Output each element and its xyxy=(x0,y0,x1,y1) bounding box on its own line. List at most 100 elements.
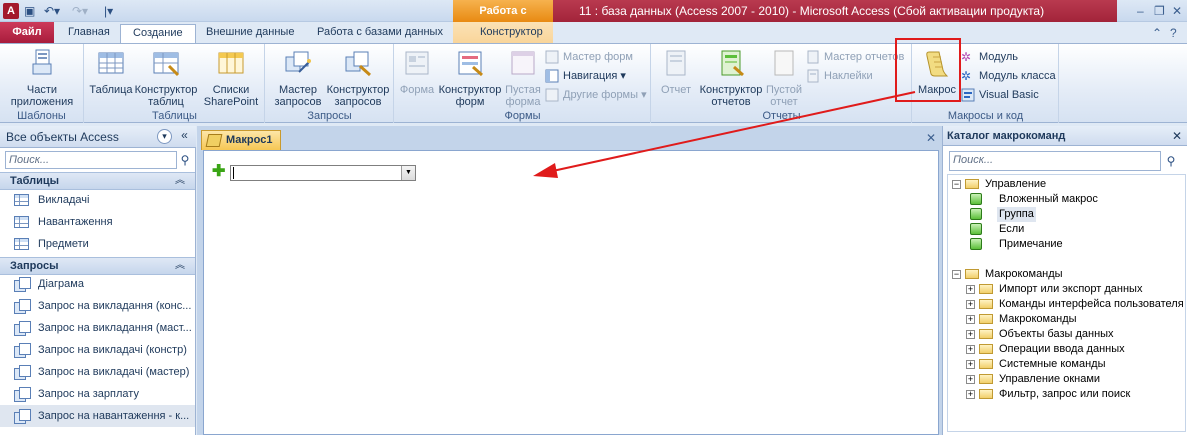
report-icon xyxy=(666,50,686,76)
nav-section-tables[interactable]: Таблицы ︽ xyxy=(0,172,195,190)
dropdown-arrow-icon[interactable]: ▼ xyxy=(401,166,415,180)
nav-pane-menu-icon[interactable]: ▾ xyxy=(157,129,172,144)
expand-icon[interactable]: + xyxy=(966,285,975,294)
expand-icon[interactable]: + xyxy=(966,390,975,399)
tree-leaf-if[interactable]: Если xyxy=(999,222,1024,237)
query-icon xyxy=(14,409,31,424)
report-designer-icon xyxy=(721,50,744,77)
tab-design[interactable]: Конструктор xyxy=(468,24,555,43)
nav-item-query[interactable]: Запрос на навантаження - к... xyxy=(0,405,195,427)
group-queries-label: Запросы xyxy=(307,110,352,122)
nav-item-query[interactable]: Запрос на викладачі (мастер) xyxy=(0,361,195,383)
macro1-document-tab[interactable]: Макрос1 xyxy=(201,130,281,150)
sharepoint-lists-icon xyxy=(218,52,244,74)
tree-leaf-comment[interactable]: Примечание xyxy=(999,237,1063,252)
nav-item-table[interactable]: Навантаження xyxy=(0,211,195,233)
close-document-icon[interactable]: ✕ xyxy=(926,131,936,145)
tree-node-category[interactable]: Команды интерфейса пользователя xyxy=(999,297,1184,312)
nav-pane-collapse-icon[interactable]: « xyxy=(177,129,192,144)
tree-leaf-submacro[interactable]: Вложенный макрос xyxy=(999,192,1098,207)
tree-node-category[interactable]: Системные команды xyxy=(999,357,1105,372)
tree-node-category[interactable]: Фильтр, запрос или поиск xyxy=(999,387,1130,402)
query-designer-label: Конструктор запросов xyxy=(326,84,390,108)
application-parts-icon xyxy=(32,49,52,75)
tree-node-control[interactable]: Управление xyxy=(985,177,1046,192)
nav-section-queries-label: Запросы xyxy=(10,260,59,272)
blank-report-button: Пустой отчет xyxy=(764,48,804,108)
folder-icon xyxy=(979,374,993,384)
form-designer-button[interactable]: Конструктор форм xyxy=(437,48,503,108)
blank-form-icon xyxy=(511,51,535,75)
navigation-button[interactable]: Навигация ▾ xyxy=(545,67,626,85)
group-macros-code-label: Макросы и код xyxy=(947,110,1024,122)
expand-icon[interactable]: + xyxy=(966,330,975,339)
tree-node-category[interactable]: Макрокоманды xyxy=(999,312,1077,327)
nav-item-query[interactable]: Діаграма xyxy=(0,273,195,295)
navigation-dropdown-icon: ▾ xyxy=(617,70,626,82)
query-designer-button[interactable]: Конструктор запросов xyxy=(324,48,392,108)
table-button[interactable]: Таблица xyxy=(89,48,133,96)
report-designer-button[interactable]: Конструктор отчетов xyxy=(696,48,766,108)
program-flow-icon xyxy=(970,193,982,205)
ribbon-minimize-icon[interactable]: ⌃ xyxy=(1152,25,1162,41)
form-wizard-icon xyxy=(545,50,559,64)
catalog-search-input[interactable]: Поиск... xyxy=(949,151,1161,171)
nav-item-query[interactable]: Запрос на викладання (конс... xyxy=(0,295,195,317)
nav-search-icon[interactable]: ⚲ xyxy=(177,151,193,169)
restore-icon[interactable]: ❐ xyxy=(1154,3,1165,19)
tab-file[interactable]: Файл xyxy=(0,22,54,43)
redo-icon: ↷▾ xyxy=(72,4,89,18)
query-wizard-label: Мастер запросов xyxy=(274,84,322,108)
nav-item-query[interactable]: Запрос на зарплату xyxy=(0,383,195,405)
add-new-action-combobox[interactable]: ▼ xyxy=(230,165,416,181)
table-icon xyxy=(14,216,29,228)
save-icon[interactable]: ▣ xyxy=(24,3,35,19)
table-designer-button[interactable]: Конструктор таблиц xyxy=(131,48,201,108)
expand-icon[interactable]: + xyxy=(966,315,975,324)
tab-database-tools[interactable]: Работа с базами данных xyxy=(305,24,455,43)
nav-search-input[interactable]: Поиск... xyxy=(5,151,177,169)
class-module-button[interactable]: ✲ Модуль класса xyxy=(961,67,1056,85)
expand-icon[interactable]: + xyxy=(966,360,975,369)
query-icon xyxy=(14,299,31,314)
query-wizard-button[interactable]: Мастер запросов xyxy=(270,48,326,108)
form-icon xyxy=(405,51,429,75)
undo-icon[interactable]: ↶▾ xyxy=(44,3,60,19)
tree-node-category[interactable]: Управление окнами xyxy=(999,372,1100,387)
tab-home[interactable]: Главная xyxy=(56,24,122,43)
nav-item-query[interactable]: Запрос на викладання (маст... xyxy=(0,317,195,339)
access-app-icon[interactable]: A xyxy=(3,3,19,19)
sharepoint-lists-button[interactable]: Списки SharePoint xyxy=(199,48,263,108)
expand-icon[interactable]: + xyxy=(966,345,975,354)
close-icon[interactable]: ✕ xyxy=(1172,3,1182,19)
report-wizard-button: Мастер отчетов xyxy=(806,48,904,66)
action-catalog-tree: − Управление Вложенный макрос Группа Есл… xyxy=(947,174,1186,432)
customize-qat-icon[interactable]: |▾ xyxy=(104,3,113,19)
expand-icon[interactable]: + xyxy=(966,300,975,309)
collapse-icon[interactable]: − xyxy=(952,270,961,279)
tree-node-category[interactable]: Операции ввода данных xyxy=(999,342,1125,357)
nav-item-query[interactable]: Запрос на викладачі (констр) xyxy=(0,339,195,361)
blank-form-label: Пустая форма xyxy=(505,84,541,108)
collapse-icon[interactable]: − xyxy=(952,180,961,189)
tree-node-actions[interactable]: Макрокоманды xyxy=(985,267,1063,282)
visual-basic-button[interactable]: Visual Basic xyxy=(961,86,1039,104)
nav-item-table[interactable]: Викладачі xyxy=(0,189,195,211)
tab-create[interactable]: Создание xyxy=(120,24,196,44)
minimize-icon[interactable]: – xyxy=(1137,3,1144,19)
nav-pane-header[interactable]: Все объекты Access ▾ « xyxy=(0,126,196,148)
macro-designer-canvas[interactable]: ✚ ▼ xyxy=(203,150,939,435)
nav-pane-title[interactable]: Все объекты Access xyxy=(6,130,119,144)
help-icon[interactable]: ? xyxy=(1170,25,1177,41)
catalog-search-icon[interactable]: ⚲ xyxy=(1163,152,1179,170)
module-button[interactable]: ✲ Модуль xyxy=(961,48,1018,66)
query-icon xyxy=(14,277,31,292)
nav-item-table[interactable]: Предмети xyxy=(0,233,195,255)
application-parts-button[interactable]: Части приложения xyxy=(4,48,80,108)
close-catalog-icon[interactable]: ✕ xyxy=(1172,126,1182,146)
tab-external-data[interactable]: Внешние данные xyxy=(194,24,306,43)
tree-leaf-group[interactable]: Группа xyxy=(997,207,1036,222)
expand-icon[interactable]: + xyxy=(966,375,975,384)
tree-node-category[interactable]: Объекты базы данных xyxy=(999,327,1114,342)
tree-node-category[interactable]: Импорт или экспорт данных xyxy=(999,282,1142,297)
